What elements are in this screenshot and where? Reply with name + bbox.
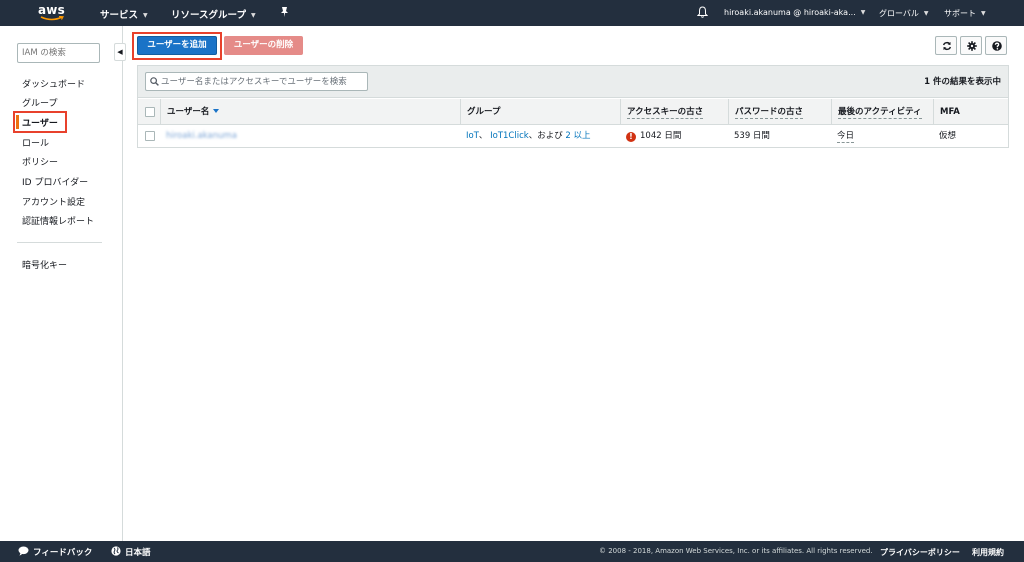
group-link-iot[interactable]: IoT [466, 131, 479, 141]
column-header-mfa[interactable]: MFA [933, 99, 1008, 125]
sidebar-item-policies[interactable]: ポリシー [22, 155, 58, 168]
column-header-label: アクセスキーの古さ [627, 107, 704, 119]
sort-descending-icon [213, 109, 220, 113]
sidebar-item-credential-report[interactable]: 認証情報レポート [22, 214, 94, 227]
globe-icon [111, 546, 121, 556]
group-separator: 、 [478, 131, 488, 141]
chevron-down-icon: ▼ [250, 12, 256, 19]
group-link-iot1click[interactable]: IoT1Click [490, 131, 529, 141]
account-menu-label: hiroaki.akanuma @ hiroaki-aka... [724, 8, 856, 17]
column-header-access-key-age[interactable]: アクセスキーの古さ [620, 99, 728, 125]
row-checkbox[interactable] [145, 131, 155, 141]
search-icon [150, 77, 159, 86]
column-header-label: 最後のアクティビティ [838, 107, 922, 119]
help-icon [992, 41, 1002, 51]
settings-button[interactable] [960, 36, 982, 55]
sidebar-item-roles[interactable]: ロール [22, 136, 49, 149]
gear-icon [967, 41, 977, 51]
sidebar-item-dashboard[interactable]: ダッシュボード [22, 77, 85, 90]
users-table-panel: 1 件の結果を表示中 ユーザー名 グループ アクセスキーの古さ パスワードの古さ… [137, 65, 1009, 148]
sidebar-item-account-settings[interactable]: アカウント設定 [22, 195, 85, 208]
username-cell[interactable]: hiroaki.akanuma [160, 125, 237, 147]
sidebar-item-groups[interactable]: グループ [22, 96, 57, 109]
group-more-link[interactable]: 2 以上 [565, 131, 590, 141]
user-search-input[interactable] [161, 75, 361, 88]
aws-smile-icon [40, 16, 64, 21]
bell-icon[interactable] [697, 6, 708, 18]
column-header-label: グループ [467, 107, 501, 117]
privacy-policy-link[interactable]: プライバシーポリシー [880, 547, 960, 558]
warning-icon: ! [626, 132, 636, 142]
aws-logo[interactable]: aws [38, 3, 68, 23]
chevron-down-icon: ▼ [981, 10, 986, 17]
mfa-cell: 仮想 [939, 131, 957, 141]
column-header-label: ユーザー名 [167, 107, 210, 117]
aws-logo-text: aws [38, 3, 65, 17]
user-search-box[interactable] [145, 72, 368, 91]
chevron-down-icon: ▼ [923, 10, 929, 17]
pin-icon[interactable] [279, 6, 290, 18]
last-activity-cell: 今日 [831, 125, 855, 147]
column-header-label: パスワードの古さ [735, 107, 804, 119]
top-navigation-bar: aws サービス ▼ リソースグループ ▼ hiroaki.akanuma @ hi… [0, 0, 1024, 26]
last-activity-value: 今日 [837, 131, 855, 143]
chevron-down-icon: ▼ [143, 12, 148, 19]
select-all-checkbox[interactable] [145, 107, 155, 117]
delete-user-button[interactable]: ユーザーの削除 [224, 36, 303, 55]
column-header-password-age[interactable]: パスワードの古さ [728, 99, 831, 125]
terms-link[interactable]: 利用規約 [972, 547, 1004, 558]
chevron-left-icon: ◀ [117, 48, 123, 56]
services-menu[interactable]: サービス ▼ [100, 7, 148, 21]
support-menu-label: サポート [944, 9, 976, 18]
table-header-bar: 1 件の結果を表示中 [138, 66, 1008, 98]
sidebar: ダッシュボード グループ ユーザー ロール ポリシー ID プロバイダー アカウ… [0, 26, 123, 541]
resource-groups-menu[interactable]: リソースグループ ▼ [171, 7, 256, 21]
help-button[interactable] [985, 36, 1007, 55]
table-row[interactable]: hiroaki.akanuma IoT、 IoT1Click、および 2 以上 … [138, 125, 1008, 147]
username-link[interactable]: hiroaki.akanuma [166, 131, 237, 141]
support-menu[interactable]: サポート ▼ [944, 8, 986, 19]
groups-cell: IoT、 IoT1Click、および 2 以上 [460, 125, 591, 147]
access-key-age-cell: ! 1042 日間 [620, 125, 681, 147]
column-header-label: MFA [940, 107, 960, 117]
add-user-button[interactable]: ユーザーを追加 [137, 36, 217, 55]
sidebar-item-encryption-keys[interactable]: 暗号化キー [22, 258, 67, 271]
sidebar-divider [17, 242, 102, 243]
language-label: 日本語 [125, 548, 151, 558]
region-menu[interactable]: グローバル ▼ [879, 8, 929, 19]
feedback-link[interactable]: フィードバック [18, 546, 92, 558]
collapse-sidebar-button[interactable]: ◀ [114, 43, 126, 61]
services-menu-label: サービス [100, 10, 139, 21]
group-and-text: 、および [528, 131, 563, 141]
chevron-down-icon: ▼ [860, 9, 866, 16]
feedback-label: フィードバック [33, 548, 93, 558]
iam-search-input[interactable] [17, 43, 100, 63]
sidebar-item-identity-providers[interactable]: ID プロバイダー [22, 175, 88, 188]
account-menu[interactable]: hiroaki.akanuma @ hiroaki-aka... ▼ [724, 8, 865, 17]
refresh-icon [942, 41, 952, 51]
column-header-groups[interactable]: グループ [460, 99, 620, 125]
result-count: 1 件の結果を表示中 [924, 77, 1001, 87]
copyright-text: © 2008 - 2018, Amazon Web Services, Inc.… [599, 547, 873, 555]
password-age-cell: 539 日間 [734, 131, 770, 141]
region-menu-label: グローバル [879, 9, 919, 18]
refresh-button[interactable] [935, 36, 957, 55]
resource-groups-menu-label: リソースグループ [171, 10, 246, 21]
speech-bubble-icon [18, 546, 29, 556]
column-header-last-activity[interactable]: 最後のアクティビティ [831, 99, 933, 125]
users-highlight-box [13, 111, 67, 133]
access-key-age-value: 1042 日間 [640, 131, 682, 141]
column-header-username[interactable]: ユーザー名 [160, 99, 460, 125]
table-column-headers: ユーザー名 グループ アクセスキーの古さ パスワードの古さ 最後のアクティビティ… [138, 99, 1008, 125]
footer-bar: フィードバック 日本語 © 2008 - 2018, Amazon Web Se… [0, 541, 1024, 562]
language-selector[interactable]: 日本語 [111, 546, 151, 558]
